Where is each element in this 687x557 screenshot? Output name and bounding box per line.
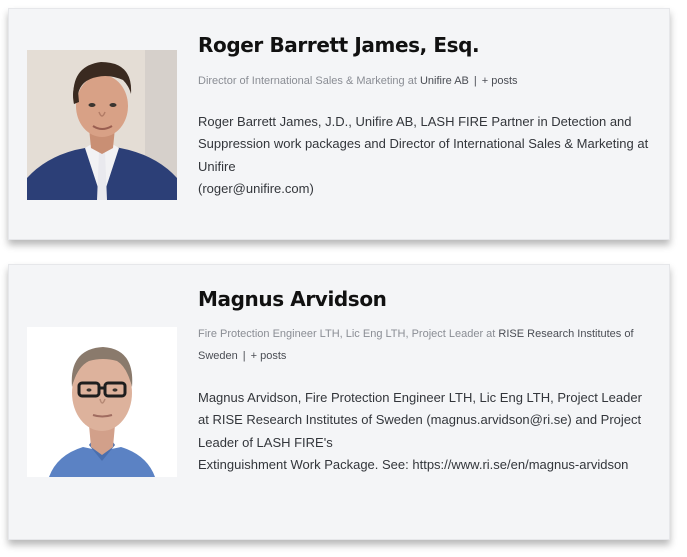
author-meta: Director of International Sales & Market… — [198, 70, 655, 92]
author-posts-link[interactable]: + posts — [482, 75, 518, 87]
author-name[interactable]: Magnus Arvidson — [198, 287, 387, 311]
author-photo[interactable] — [27, 50, 177, 200]
meta-separator: | — [242, 350, 246, 362]
person-photo-icon — [27, 50, 177, 200]
person-photo-icon — [27, 327, 177, 477]
author-bio: Magnus Arvidson, Fire Protection Enginee… — [198, 387, 653, 477]
author-title: Fire Protection Engineer LTH, Lic Eng LT… — [198, 328, 499, 340]
author-card: Roger Barrett James, Esq. Director of In… — [8, 8, 670, 240]
author-bio-link: Extinguishment Work Package. See: https:… — [198, 457, 629, 473]
author-name[interactable]: Roger Barrett James, Esq. — [198, 33, 480, 57]
meta-separator: | — [473, 75, 477, 87]
author-title: Director of International Sales & Market… — [198, 75, 420, 87]
author-bio: Roger Barrett James, J.D., Unifire AB, L… — [198, 111, 653, 201]
author-bio-email: (roger@unifire.com) — [198, 181, 314, 197]
author-company: Unifire AB — [419, 75, 469, 87]
author-card: Magnus Arvidson Fire Protection Engineer… — [8, 264, 670, 540]
author-photo[interactable] — [27, 327, 177, 477]
author-bio-text: Roger Barrett James, J.D., Unifire AB, L… — [198, 114, 649, 174]
author-bio-text: Magnus Arvidson, Fire Protection Enginee… — [198, 390, 642, 450]
author-meta: Fire Protection Engineer LTH, Lic Eng LT… — [198, 323, 655, 367]
author-posts-link[interactable]: + posts — [251, 350, 287, 362]
